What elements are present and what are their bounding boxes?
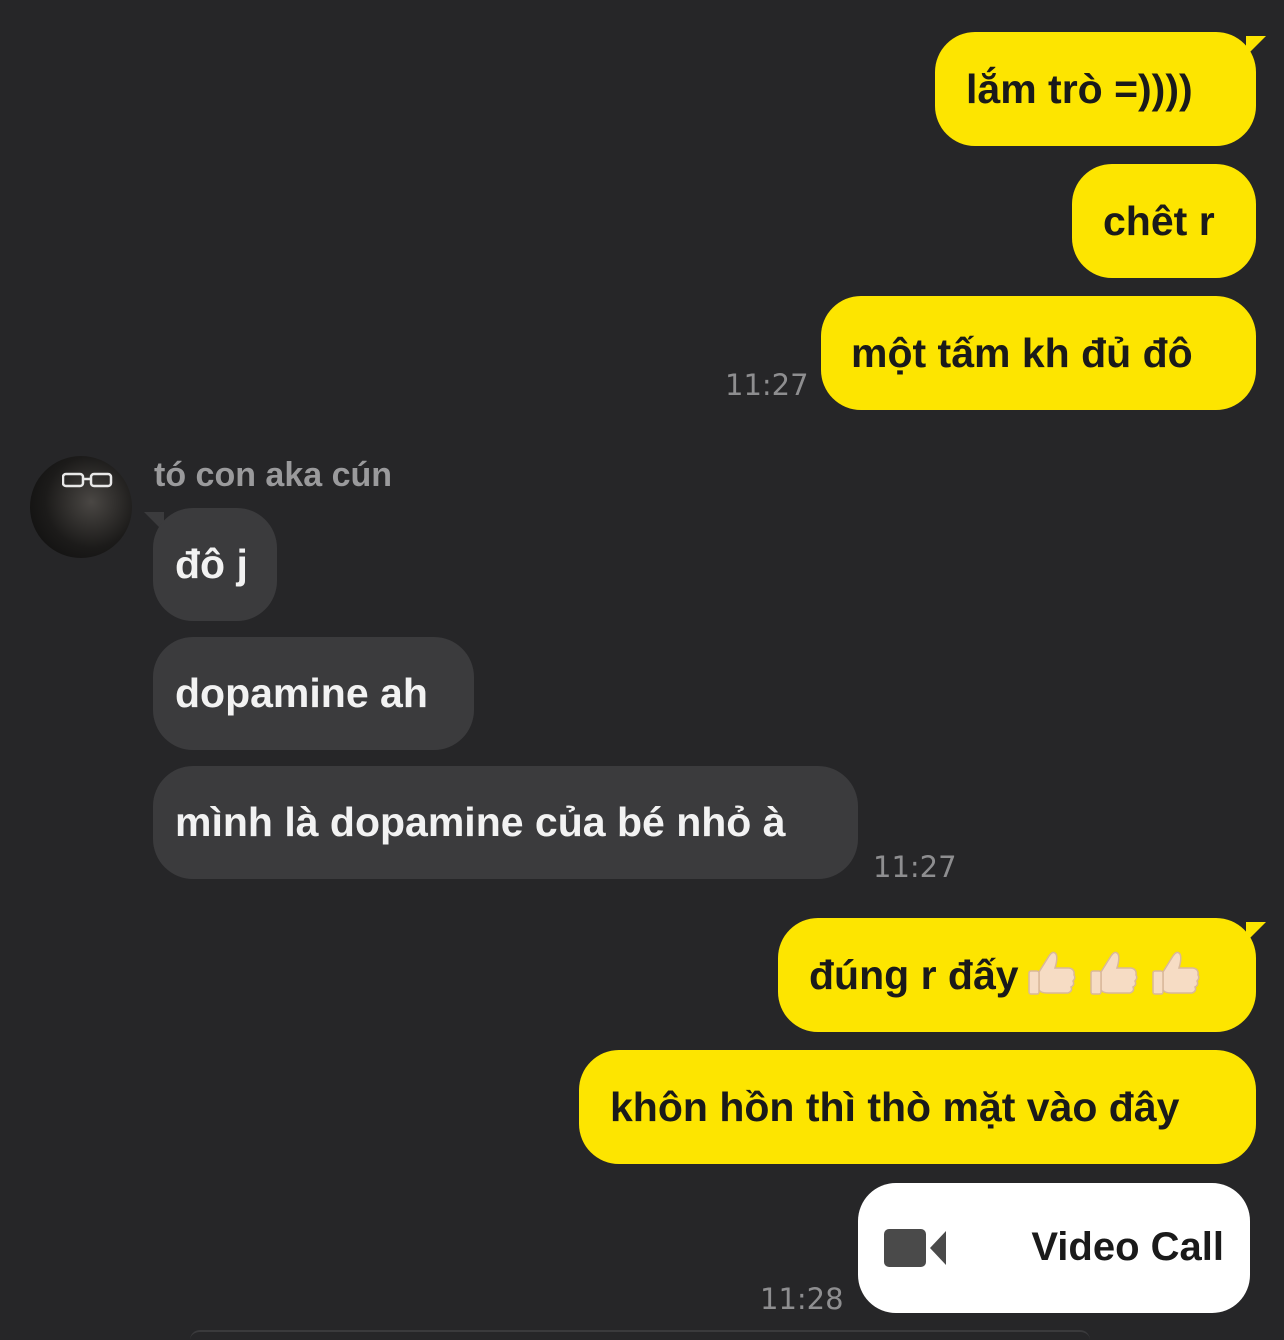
message-text: mình là dopamine của bé nhỏ à bbox=[175, 799, 786, 845]
message-timestamp: 11:28 bbox=[760, 1282, 844, 1316]
message-bubble-incoming[interactable]: đô j bbox=[153, 508, 277, 621]
video-call-label: Video Call bbox=[1031, 1225, 1224, 1269]
message-bubble-incoming[interactable]: mình là dopamine của bé nhỏ à bbox=[153, 766, 858, 879]
glasses-icon bbox=[62, 472, 113, 488]
message-bubble-outgoing[interactable]: lắm trò =)))) bbox=[935, 32, 1256, 146]
message-timestamp: 11:27 bbox=[873, 850, 957, 884]
message-text: lắm trò =)))) bbox=[966, 65, 1193, 112]
message-text: đúng r đấy bbox=[809, 951, 1019, 998]
bubble-tail bbox=[1246, 922, 1266, 942]
message-text: chêt r bbox=[1103, 197, 1215, 244]
message-bubble-outgoing[interactable]: đúng r đấy bbox=[778, 918, 1256, 1032]
video-camera-icon bbox=[884, 1229, 946, 1267]
message-timestamp: 11:27 bbox=[725, 368, 809, 402]
message-text: dopamine ah bbox=[175, 670, 428, 716]
video-call-button[interactable]: Video Call bbox=[858, 1183, 1250, 1313]
sender-name: tó con aka cún bbox=[154, 456, 393, 494]
thumbs-up-icon bbox=[1151, 951, 1200, 995]
message-text: đô j bbox=[175, 541, 248, 587]
message-bubble-incoming[interactable]: dopamine ah bbox=[153, 637, 474, 750]
message-bubble-outgoing[interactable]: chêt r bbox=[1072, 164, 1256, 278]
thumbs-up-emoji-group bbox=[1023, 946, 1205, 1004]
message-bubble-outgoing[interactable]: khôn hồn thì thò mặt vào đây bbox=[579, 1050, 1256, 1164]
avatar[interactable] bbox=[30, 456, 132, 558]
thumbs-up-icon bbox=[1027, 951, 1076, 995]
divider bbox=[190, 1330, 1090, 1340]
message-text: một tấm kh đủ đô bbox=[851, 329, 1193, 376]
message-bubble-outgoing[interactable]: một tấm kh đủ đô bbox=[821, 296, 1256, 410]
bubble-tail bbox=[1246, 36, 1266, 56]
thumbs-up-icon bbox=[1089, 951, 1138, 995]
message-text: khôn hồn thì thò mặt vào đây bbox=[610, 1083, 1180, 1130]
